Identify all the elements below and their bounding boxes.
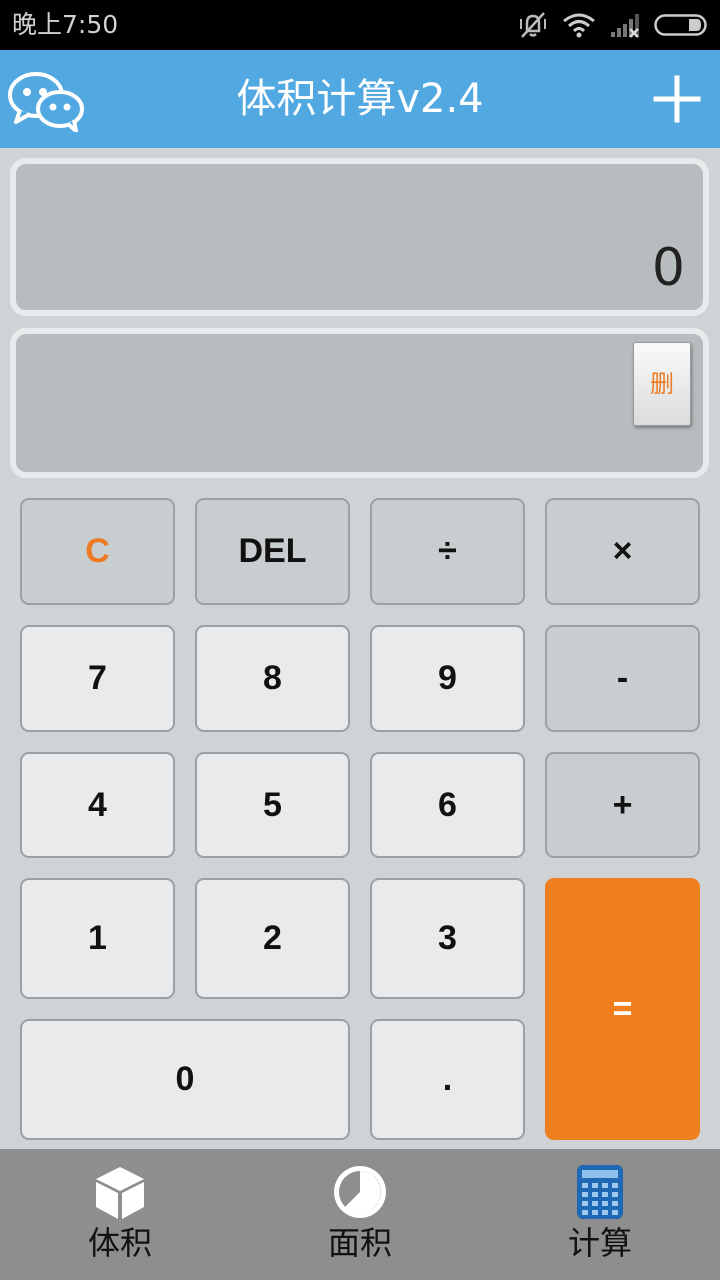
equals-button[interactable]: = [545,878,700,1140]
key-9[interactable]: 9 [370,625,525,732]
divide-button[interactable]: ÷ [370,498,525,605]
tab-volume-label: 体积 [87,1224,152,1262]
wechat-icon[interactable] [6,68,86,132]
cube-icon [96,1167,144,1219]
status-bar: 晚上7:50 [0,0,720,50]
tab-volume[interactable]: 体积 [0,1149,240,1280]
signal-icon [611,14,639,38]
add-button[interactable] [652,72,702,126]
key-2[interactable]: 2 [195,878,350,999]
app-header: 体积计算v2.4 [0,50,720,148]
calculator-icon [577,1165,623,1219]
key-7[interactable]: 7 [20,625,175,732]
result-display: 0 [10,158,709,316]
plus-button[interactable]: + [545,752,700,858]
multiply-button[interactable]: × [545,498,700,605]
key-4[interactable]: 4 [20,752,175,858]
tab-calculate[interactable]: 计算 [480,1149,720,1280]
tab-area[interactable]: 面积 [240,1149,480,1280]
battery-icon [654,14,707,36]
key-3[interactable]: 3 [370,878,525,999]
app-title: 体积计算v2.4 [236,76,484,122]
clear-button[interactable]: C [20,498,175,605]
key-5[interactable]: 5 [195,752,350,858]
del-button[interactable]: DEL [195,498,350,605]
delete-history-button[interactable]: 删 [633,342,691,426]
key-6[interactable]: 6 [370,752,525,858]
status-icons [518,10,708,40]
display-value: 0 [651,238,685,298]
mute-icon [520,12,546,38]
pie-icon [334,1166,386,1218]
key-0[interactable]: 0 [20,1019,350,1140]
tab-calculate-label: 计算 [567,1224,632,1262]
bottom-tab-bar: 体积 面积 计算 [0,1149,720,1280]
minus-button[interactable]: - [545,625,700,732]
key-1[interactable]: 1 [20,878,175,999]
key-8[interactable]: 8 [195,625,350,732]
wifi-icon [563,13,595,38]
decimal-button[interactable]: . [370,1019,525,1140]
history-panel: 删 [10,328,709,478]
tab-area-label: 面积 [327,1224,392,1262]
status-time: 晚上7:50 [12,10,119,39]
